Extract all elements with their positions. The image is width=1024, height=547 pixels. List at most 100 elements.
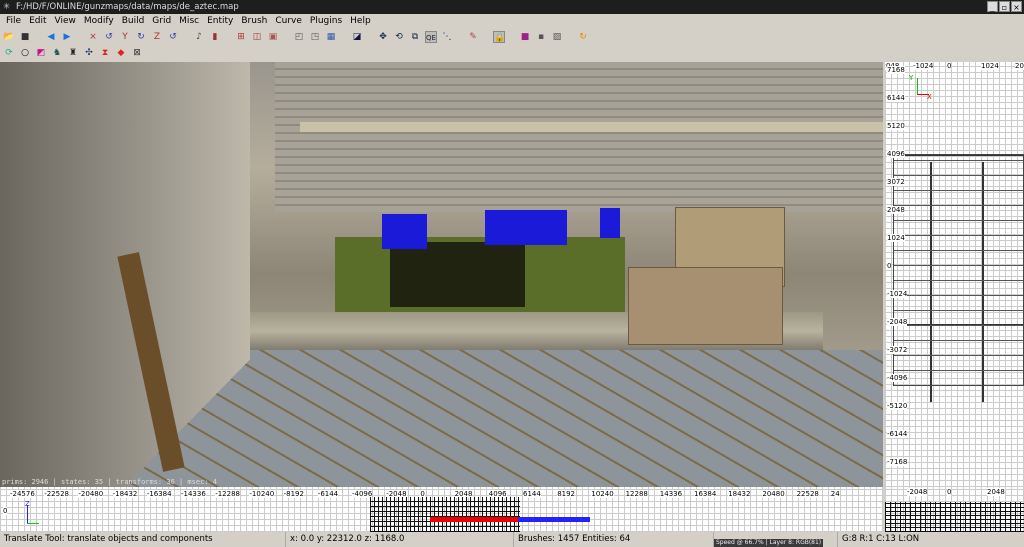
- minimize-button[interactable]: _: [987, 1, 998, 12]
- select-touching-icon[interactable]: ◫: [251, 31, 263, 43]
- rotate-z-icon[interactable]: ↺: [167, 31, 179, 43]
- flip-x-icon[interactable]: ⨯: [87, 31, 99, 43]
- texture-lock-rotate-icon[interactable]: ◳: [309, 31, 321, 43]
- dimension-icon[interactable]: ⧗: [99, 47, 111, 59]
- entity-icon[interactable]: ▪: [535, 31, 547, 43]
- menu-brush[interactable]: Brush: [237, 14, 271, 29]
- menu-plugins[interactable]: Plugins: [306, 14, 346, 29]
- tick-label: 2048: [887, 206, 905, 214]
- tick-label: 16384: [694, 490, 717, 498]
- maximize-button[interactable]: ▫: [999, 1, 1010, 12]
- menu-help[interactable]: Help: [346, 14, 375, 29]
- circle-icon[interactable]: ○: [19, 47, 31, 59]
- title-bar: ✳ F:/HD/F/ONLINE/gunzmaps/data/maps/de_a…: [0, 0, 1024, 14]
- select-inside-icon[interactable]: ⊞: [235, 31, 247, 43]
- zero-label: 0: [3, 507, 8, 515]
- translate-icon[interactable]: ✥: [377, 31, 389, 43]
- save-icon[interactable]: ■: [19, 31, 31, 43]
- xy-2d-view[interactable]: Y X -2048 -1024 0 1024 2048 7168 6144 5120 4096…: [885, 62, 1024, 487]
- flip-z-icon[interactable]: Z: [151, 31, 163, 43]
- x-axis-indicator: [27, 523, 39, 524]
- status-coordinates: x: 0.0 y: 22312.0 z: 1168.0: [285, 532, 513, 547]
- open-icon[interactable]: 📂: [3, 31, 15, 43]
- render-stats: prims: 2946 | states: 35 | transforms: 3…: [2, 478, 217, 486]
- map-brushes: [370, 497, 520, 532]
- tick-label: 0: [947, 62, 952, 70]
- shader-icon[interactable]: ■: [519, 31, 531, 43]
- status-counts: Brushes: 1457 Entities: 64: [513, 532, 713, 547]
- map-brushes: [885, 502, 1024, 532]
- undo-icon[interactable]: ◀: [45, 31, 57, 43]
- tick-label: -8192: [283, 490, 304, 498]
- menu-grid[interactable]: Grid: [148, 14, 175, 29]
- menu-curve[interactable]: Curve: [271, 14, 306, 29]
- camera-3d-view[interactable]: prims: 2946 | states: 35 | transforms: 3…: [0, 62, 883, 487]
- lock-icon[interactable]: 🔒: [493, 31, 505, 43]
- status-tool: Translate Tool: translate objects and co…: [4, 534, 213, 544]
- tick-label: 6144: [523, 490, 541, 498]
- tick-label: 10240: [591, 490, 614, 498]
- menu-modify[interactable]: Modify: [80, 14, 118, 29]
- filter-icon[interactable]: ⊠: [131, 47, 143, 59]
- texture-scale-icon[interactable]: ▦: [325, 31, 337, 43]
- select-complete-icon[interactable]: ▣: [267, 31, 279, 43]
- cubic-clip-icon[interactable]: ♞: [51, 47, 63, 59]
- csg-merge-icon[interactable]: ▮: [209, 31, 221, 43]
- tick-label: 12288: [625, 490, 648, 498]
- blue-brush: [600, 208, 620, 238]
- clipper-icon[interactable]: ✎: [467, 31, 479, 43]
- rotate-x-icon[interactable]: ↺: [103, 31, 115, 43]
- patch-icon[interactable]: ▨: [551, 31, 563, 43]
- menu-misc[interactable]: Misc: [175, 14, 203, 29]
- rotate-y-icon[interactable]: ↻: [135, 31, 147, 43]
- scale-icon[interactable]: ⧉: [409, 31, 421, 43]
- ledge: [300, 122, 883, 132]
- menu-build[interactable]: Build: [118, 14, 149, 29]
- redo-icon[interactable]: ▶: [61, 31, 73, 43]
- mini-2d-view[interactable]: -2048 0 2048: [885, 487, 1024, 532]
- texture-lock-icon[interactable]: ◰: [293, 31, 305, 43]
- tick-label: 3072: [887, 178, 905, 186]
- tick-label: -5120: [887, 402, 908, 410]
- tick-label: 20480: [762, 490, 785, 498]
- app-icon: ✳: [3, 2, 11, 12]
- patch-mesh-icon[interactable]: ✣: [83, 47, 95, 59]
- tick-label: 0: [947, 488, 952, 496]
- teapot-icon[interactable]: ♜: [67, 47, 79, 59]
- flip-y-icon[interactable]: Y: [119, 31, 131, 43]
- tick-label: 18432: [728, 490, 751, 498]
- tick-label: -6144: [317, 490, 339, 498]
- xz-2d-view[interactable]: -24576 -22528 -20480 -18432 -16384 -14336 -122…: [0, 487, 883, 532]
- back-wall: [275, 62, 883, 212]
- tick-label: 2048: [987, 488, 1005, 496]
- menu-entity[interactable]: Entity: [203, 14, 237, 29]
- tick-label: -7168: [887, 458, 908, 466]
- csg-subtract-icon[interactable]: ♪: [193, 31, 205, 43]
- tick-label: -3072: [887, 346, 908, 354]
- tick-label: 1024: [887, 234, 905, 242]
- rotate-icon[interactable]: ⟲: [393, 31, 405, 43]
- vertex-icon[interactable]: ⋱: [441, 31, 453, 43]
- status-grid: G:8 R:1 C:13 L:ON: [837, 532, 1024, 547]
- blue-brush: [382, 214, 427, 249]
- texture-icon[interactable]: ◩: [35, 47, 47, 59]
- menu-edit[interactable]: Edit: [25, 14, 50, 29]
- camera-icon[interactable]: ◪: [351, 31, 363, 43]
- crate: [628, 267, 783, 345]
- mirror-icon[interactable]: ◆: [115, 47, 127, 59]
- cycle-icon[interactable]: ⟳: [3, 47, 15, 59]
- tick-label: 6144: [887, 94, 905, 102]
- z-axis-label: Z: [25, 500, 30, 508]
- status-bar: Translate Tool: translate objects and co…: [0, 532, 1024, 547]
- qe-icon[interactable]: QE: [425, 31, 437, 43]
- tick-label: 0: [887, 262, 892, 270]
- close-button[interactable]: ×: [1011, 1, 1022, 12]
- tick-label: -20480: [78, 490, 104, 498]
- status-speed-cell: Speed @ 66.7% | Layer 8: RGB(81): [713, 532, 837, 547]
- menu-file[interactable]: File: [2, 14, 25, 29]
- refresh-icon[interactable]: ↻: [577, 31, 589, 43]
- menu-view[interactable]: View: [51, 14, 80, 29]
- tick-label: -16384: [146, 490, 172, 498]
- tick-label: 22528: [796, 490, 819, 498]
- tick-label: -6144: [887, 430, 908, 438]
